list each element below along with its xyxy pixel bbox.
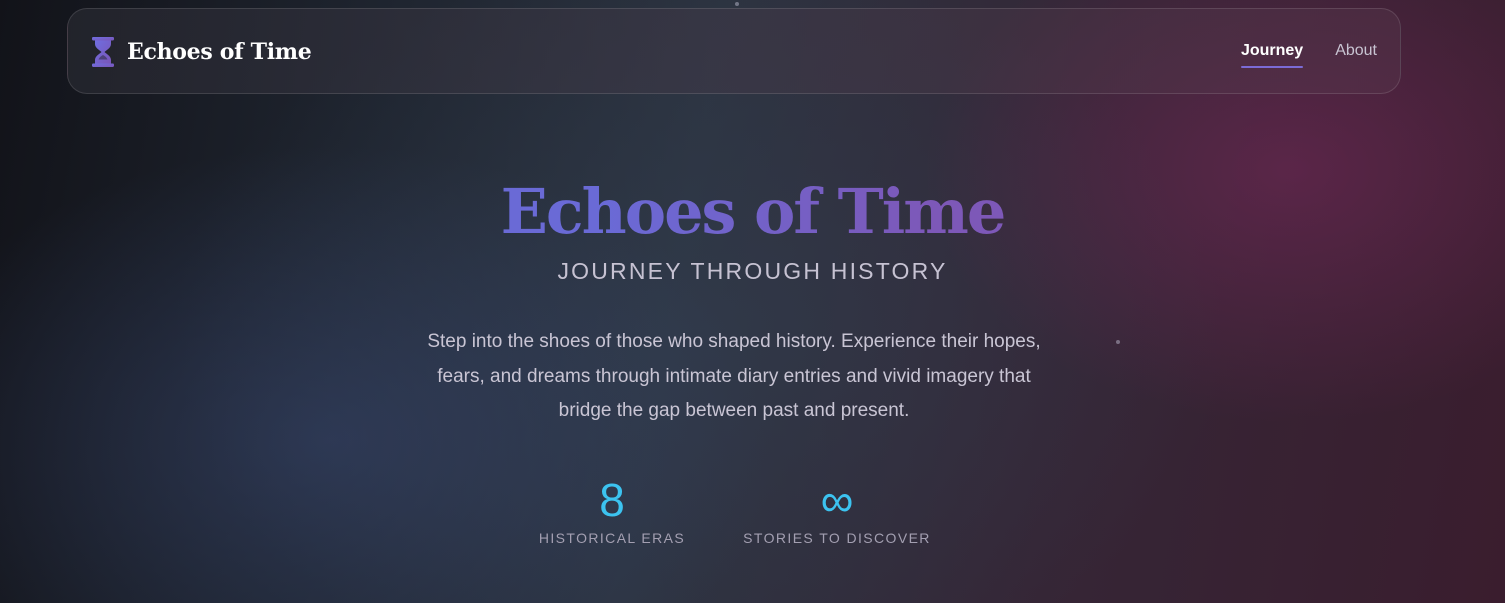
decorative-dot (1116, 340, 1120, 344)
stat-value: ∞ (820, 474, 854, 526)
navbar: Echoes of Time Journey About (67, 8, 1401, 94)
hero-title: Echoes of Time (0, 172, 1505, 252)
nav-links: Journey About (1209, 42, 1377, 68)
stat-value: 8 (599, 474, 625, 526)
hero-subtitle: JOURNEY THROUGH HISTORY (557, 258, 948, 284)
hourglass-icon (92, 37, 114, 67)
brand-name: Echoes of Time (127, 39, 312, 65)
decorative-dot (735, 2, 739, 6)
nav-link-journey[interactable]: Journey (1240, 42, 1304, 68)
stat-label: STORIES TO DISCOVER (743, 530, 931, 546)
stat-stories-to-discover: ∞ STORIES TO DISCOVER (737, 470, 937, 546)
stat-historical-eras: 8 HISTORICAL ERAS (532, 470, 692, 546)
brand[interactable]: Echoes of Time (92, 37, 312, 67)
hero-description: Step into the shoes of those who shaped … (427, 331, 1041, 421)
nav-link-about[interactable]: About (1335, 42, 1377, 66)
stat-label: HISTORICAL ERAS (538, 530, 686, 546)
